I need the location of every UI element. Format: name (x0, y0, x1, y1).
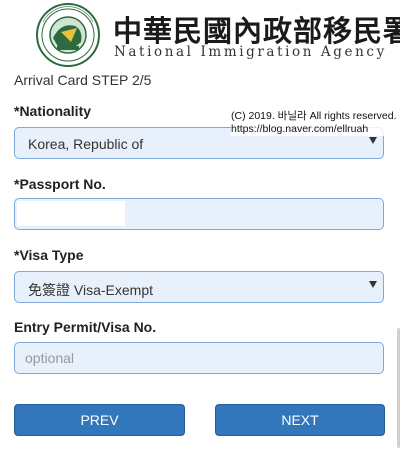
arrival-card-page: 中華民國內政部移民署 National Immigration Agency A… (0, 0, 400, 468)
visa-type-label: *Visa Type (14, 247, 84, 263)
prev-button[interactable]: PREV (14, 404, 185, 436)
nationality-value: Korea, Republic of (28, 136, 144, 152)
visa-type-value: 免簽證 Visa-Exempt (28, 282, 153, 298)
caret-down-icon (369, 137, 377, 144)
agency-name-english: National Immigration Agency (114, 44, 387, 60)
entry-permit-input[interactable] (15, 343, 383, 373)
entry-permit-label: Entry Permit/Visa No. (14, 319, 157, 335)
passport-label: *Passport No. (14, 176, 106, 192)
step-title: Arrival Card STEP 2/5 (14, 72, 152, 88)
entry-permit-field[interactable] (14, 342, 384, 374)
passport-input[interactable] (15, 199, 383, 229)
header: 中華民國內政部移民署 National Immigration Agency (0, 0, 400, 68)
visa-type-select[interactable]: 免簽證 Visa-Exempt (14, 271, 384, 303)
watermark: (C) 2019. 바닐라 All rights reserved. https… (231, 110, 397, 136)
next-button[interactable]: NEXT (215, 404, 385, 436)
agency-logo-icon (36, 3, 100, 67)
watermark-url: https://blog.naver.com/ellruah (231, 123, 369, 135)
watermark-copyright: (C) 2019. 바닐라 All rights reserved. (231, 110, 397, 122)
caret-down-icon (369, 281, 377, 288)
nationality-label: *Nationality (14, 103, 92, 119)
passport-field[interactable] (14, 198, 384, 230)
